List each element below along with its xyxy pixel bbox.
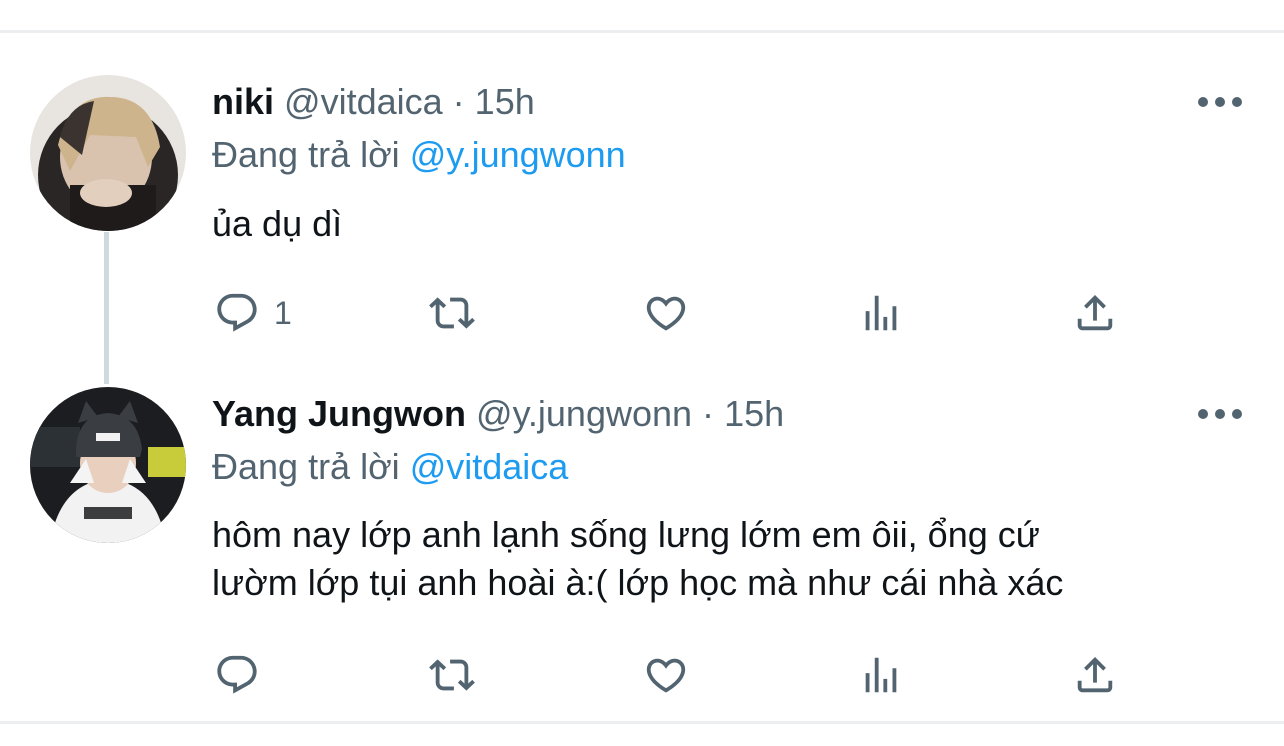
tweet-text-line: hôm nay lớp anh lạnh sống lưng lớm em ôi…	[212, 514, 1040, 555]
tweet-text: hôm nay lớp anh lạnh sống lưng lớm em ôi…	[212, 511, 1063, 607]
share-button[interactable]	[1072, 652, 1118, 698]
display-name[interactable]: Yang Jungwon	[212, 393, 466, 434]
avatar-photo-yang-jungwon	[30, 387, 186, 543]
replying-to: Đang trả lời @vitdaica	[212, 445, 568, 489]
avatar[interactable]	[30, 387, 186, 543]
reply-mention-link[interactable]: @y.jungwonn	[410, 134, 626, 175]
user-handle[interactable]: @vitdaica	[284, 81, 443, 122]
analytics-icon	[865, 295, 897, 331]
retweet-button[interactable]	[426, 290, 478, 336]
retweet-icon	[429, 297, 475, 329]
more-icon[interactable]	[1198, 408, 1242, 420]
thread-connector-line	[104, 232, 109, 384]
like-button[interactable]	[642, 290, 690, 336]
meta-separator: ·	[452, 81, 465, 122]
avatar[interactable]	[30, 75, 186, 231]
analytics-button[interactable]	[858, 652, 904, 698]
avatar-photo-niki	[30, 75, 186, 231]
like-button[interactable]	[642, 652, 690, 698]
share-button[interactable]	[1072, 290, 1118, 336]
tweet-timestamp[interactable]: 15h	[724, 393, 784, 434]
reply-count: 1	[274, 294, 292, 331]
reply-button[interactable]: 1	[214, 290, 292, 336]
share-icon	[1077, 294, 1113, 331]
tweet-timestamp[interactable]: 15h	[475, 81, 535, 122]
tweet-text-line: lườm lớp tụi anh hoài à:( lớp học mà như…	[212, 562, 1064, 603]
analytics-icon	[865, 657, 897, 693]
reply-icon	[217, 293, 257, 332]
replying-to: Đang trả lời @y.jungwonn	[212, 133, 626, 177]
meta-separator: ·	[702, 393, 715, 434]
reply-icon	[217, 655, 257, 694]
display-name[interactable]: niki	[212, 81, 274, 122]
replying-to-label: Đang trả lời	[212, 134, 400, 175]
analytics-button[interactable]	[858, 290, 904, 336]
bottom-divider	[0, 721, 1284, 724]
retweet-button[interactable]	[426, 652, 478, 698]
like-icon	[646, 296, 686, 331]
tweet-text: ủa dụ dì	[212, 200, 342, 248]
tweet-text-line: ủa dụ dì	[212, 203, 343, 244]
tweet-header: niki @vitdaica · 15h	[212, 80, 535, 124]
like-icon	[646, 658, 686, 693]
more-icon[interactable]	[1198, 96, 1242, 108]
user-handle[interactable]: @y.jungwonn	[476, 393, 692, 434]
share-icon	[1077, 656, 1113, 693]
top-divider	[0, 30, 1284, 33]
reply-mention-link[interactable]: @vitdaica	[410, 446, 569, 487]
retweet-icon	[429, 659, 475, 691]
replying-to-label: Đang trả lời	[212, 446, 400, 487]
tweet-header: Yang Jungwon @y.jungwonn · 15h	[212, 392, 784, 436]
reply-button[interactable]	[214, 652, 274, 698]
